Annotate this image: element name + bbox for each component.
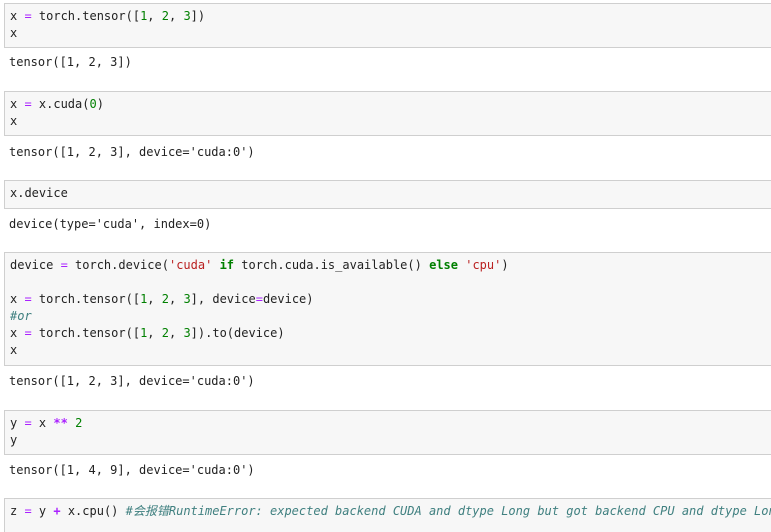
code-token: ,: [147, 292, 162, 306]
code-token: 'cpu': [465, 258, 502, 272]
code-token: torch.device(: [67, 258, 169, 272]
code-token: 2: [75, 416, 83, 430]
code-token: =: [24, 292, 32, 306]
code-token: torch.tensor([: [31, 9, 141, 23]
code-token: x: [10, 343, 18, 357]
code-token: x: [10, 9, 25, 23]
code-token: =: [255, 292, 263, 306]
cell-output: tensor([1, 4, 9], device='cuda:0'): [9, 462, 255, 479]
code-token: torch.cuda.is_available(): [234, 258, 430, 272]
code-token: y: [10, 416, 25, 430]
code-token: y: [10, 433, 18, 447]
code-token: 2: [161, 9, 169, 23]
code-token: y: [31, 504, 54, 518]
code-token: device): [262, 292, 314, 306]
code-token: =: [60, 258, 68, 272]
code-token: =: [24, 326, 32, 340]
code-token: x.cpu(): [60, 504, 126, 518]
code-token: x: [31, 416, 54, 430]
code-token: x: [10, 114, 18, 128]
code-line: x = torch.tensor([1, 2, 3]).to(device): [10, 325, 771, 342]
code-token: ): [96, 97, 104, 111]
code-token: torch.tensor([: [31, 326, 141, 340]
code-line: y = x ** 2: [10, 415, 771, 432]
code-line: z = y + x.cpu() #会报错RuntimeError: expect…: [10, 503, 771, 520]
code-token: ]).to(device): [190, 326, 285, 340]
code-token: ): [501, 258, 509, 272]
code-cell[interactable]: x.device: [4, 180, 771, 209]
cell-output: tensor([1, 2, 3]): [9, 54, 132, 71]
code-token: +: [53, 504, 61, 518]
code-cell[interactable]: y = x ** 2y: [4, 410, 771, 455]
code-line: x = x.cuda(0): [10, 96, 771, 113]
code-token: 'cuda': [168, 258, 213, 272]
code-token: ,: [168, 292, 184, 306]
code-cell[interactable]: device = torch.device('cuda' if torch.cu…: [4, 252, 771, 366]
code-token: **: [53, 416, 68, 430]
code-token: x.cuda(: [31, 97, 90, 111]
code-token: #or: [10, 309, 32, 323]
cell-output: tensor([1, 2, 3], device='cuda:0'): [9, 144, 255, 161]
code-token: 0: [89, 97, 97, 111]
code-line: x = torch.tensor([1, 2, 3], device=devic…: [10, 291, 771, 308]
code-token: 2: [161, 326, 169, 340]
code-line: device = torch.device('cuda' if torch.cu…: [10, 257, 771, 274]
output-line: tensor([1, 4, 9], device='cuda:0'): [9, 463, 255, 477]
code-cell[interactable]: x = x.cuda(0) x: [4, 91, 771, 136]
output-line: tensor([1, 2, 3], device='cuda:0'): [9, 145, 255, 159]
code-line: x.device: [10, 185, 771, 202]
output-line: tensor([1, 2, 3]): [9, 55, 132, 69]
cell-output: device(type='cuda', index=0): [9, 216, 211, 233]
code-token: ,: [168, 9, 184, 23]
code-line: x: [10, 25, 771, 42]
code-token: ,: [168, 326, 184, 340]
code-token: x: [10, 26, 18, 40]
code-token: 3: [183, 292, 191, 306]
code-token: ], device: [190, 292, 256, 306]
code-token: ,: [147, 9, 162, 23]
code-token: 2: [161, 292, 169, 306]
code-token: x: [10, 292, 25, 306]
output-line: device(type='cuda', index=0): [9, 217, 212, 231]
code-token: else: [429, 258, 458, 272]
code-line: x: [10, 342, 771, 359]
code-line: y: [10, 432, 771, 449]
code-token: torch.tensor([: [31, 292, 141, 306]
code-token: =: [24, 416, 32, 430]
code-token: =: [24, 9, 32, 23]
code-token: 3: [183, 9, 191, 23]
code-token: x: [10, 326, 25, 340]
code-token: device: [10, 258, 61, 272]
code-token: z: [10, 504, 25, 518]
output-line: tensor([1, 2, 3], device='cuda:0'): [9, 374, 255, 388]
code-line: x = torch.tensor([1, 2, 3]): [10, 8, 771, 25]
code-token: =: [24, 504, 32, 518]
code-token: ,: [147, 326, 162, 340]
code-token: if: [219, 258, 235, 272]
code-line: x: [10, 113, 771, 130]
code-line: #or: [10, 308, 771, 325]
code-token: 3: [183, 326, 191, 340]
code-token: ]): [190, 9, 206, 23]
code-cell[interactable]: x = torch.tensor([1, 2, 3]) x: [4, 3, 771, 48]
code-token: #会报错RuntimeError: expected backend CUDA …: [125, 504, 771, 518]
cell-output: tensor([1, 2, 3], device='cuda:0'): [9, 373, 255, 390]
code-token: =: [24, 97, 32, 111]
code-token: x.device: [10, 186, 68, 200]
code-token: x: [10, 97, 25, 111]
code-cell[interactable]: z = y + x.cpu() #会报错RuntimeError: expect…: [4, 498, 771, 532]
